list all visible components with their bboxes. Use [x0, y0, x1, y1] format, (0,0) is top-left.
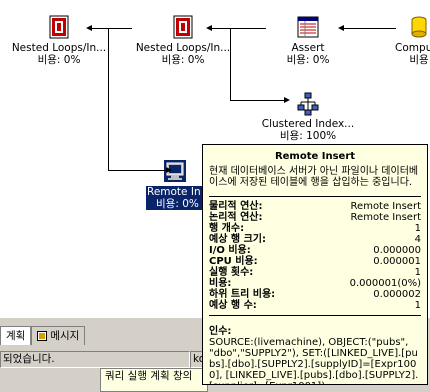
nested-loops-icon [49, 15, 69, 39]
property-value: 4 [414, 234, 421, 245]
edge-connector [108, 170, 170, 171]
message-icon [37, 331, 48, 341]
property-key: 하위 트리 비용: [209, 289, 276, 300]
edge-connector [340, 28, 396, 29]
tooltip-property-row: 예상 행 크기: 4 [209, 234, 421, 245]
operator-tooltip: Remote Insert 현재 데이터베이스 서버가 아닌 파일이나 데이터베… [202, 144, 428, 385]
property-key: 비용: [209, 278, 232, 289]
results-tabs: 계획 메시지 [0, 326, 86, 345]
compute-scalar-icon [411, 16, 427, 38]
plan-node-remote-insert[interactable]: Remote In 비용: 0% [146, 158, 204, 210]
tooltip-property-row: 실행 횟수: 1 [209, 267, 421, 278]
tab-plan[interactable]: 계획 [0, 326, 32, 345]
edge-connector [108, 28, 109, 170]
tooltip-property-row: 물리적 연산: Remote Insert [209, 201, 421, 212]
property-key: 행 개수: [209, 223, 245, 234]
node-cost: 비용: 0% [161, 54, 205, 66]
clustered-index-icon [297, 92, 319, 116]
edge-connector [208, 28, 266, 29]
assert-icon [297, 16, 319, 38]
node-cost: 비용 [409, 54, 429, 66]
tooltip-property-row: 하위 트리 비용: 0.000002 [209, 289, 421, 300]
tooltip-argument-heading: 인수: [209, 326, 232, 337]
plan-node-assert[interactable]: Assert 비용: 0% [268, 14, 348, 66]
tooltip-argument-text: SOURCE:(livemachine), OBJECT:("pubs", "d… [209, 337, 419, 384]
property-key: 예상 행 크기: [209, 234, 266, 245]
property-value: 0.000001 [373, 256, 421, 267]
node-label: Clustered Index... [261, 118, 355, 130]
tab-messages[interactable]: 메시지 [31, 326, 86, 345]
property-value: Remote Insert [350, 212, 421, 223]
edge-arrowhead [86, 25, 92, 31]
node-cost: 비용: 0% [37, 54, 81, 66]
divider [209, 196, 421, 197]
node-cost: 비용: 0% [286, 54, 330, 66]
edge-connector [230, 100, 288, 101]
property-key: CPU 비용: [209, 256, 258, 267]
plan-node-nested-loops-2[interactable]: Nested Loops/In... 비용: 0% [130, 14, 236, 66]
tooltip-property-row: 비용: 0.000001(0%) [209, 278, 421, 289]
property-value: 1 [414, 300, 421, 311]
node-label: Assert [291, 42, 325, 54]
tab-label: 메시지 [50, 330, 80, 342]
property-key: 논리적 연산: [209, 212, 263, 223]
node-cost: 비용: 100% [279, 130, 337, 142]
edge-connector [88, 28, 132, 29]
tooltip-properties: 물리적 연산: Remote Insert 논리적 연산: Remote Insert… [209, 201, 421, 311]
property-value: 0.000001(0%) [349, 278, 421, 289]
edge-arrowhead [284, 97, 290, 103]
property-key: I/O 비용: [209, 245, 251, 256]
edge-arrowhead [206, 25, 212, 31]
edge-connector [230, 28, 231, 100]
node-label: Compute [395, 42, 430, 54]
plan-node-compute-scalar[interactable]: Compute 비용 [384, 14, 430, 66]
status-message: 되었습니다. [0, 351, 190, 368]
property-key: 실행 횟수: [209, 267, 254, 278]
property-value: 1 [414, 223, 421, 234]
node-label: Nested Loops/In... [135, 42, 231, 54]
tooltip-property-row: I/O 비용: 0.000000 [209, 245, 421, 256]
tooltip-property-row: 예상 행 수: 1 [209, 300, 421, 311]
node-label: Remote In [146, 186, 204, 198]
plan-node-nested-loops-1[interactable]: Nested Loops/In... 비용: 0% [6, 14, 112, 66]
property-value: 0.000002 [373, 289, 421, 300]
property-value: 1 [414, 267, 421, 278]
property-key: 예상 행 수: [209, 300, 257, 311]
property-value: Remote Insert [350, 201, 421, 212]
tooltip-property-row: 행 개수: 1 [209, 223, 421, 234]
divider [209, 315, 421, 316]
property-value: 0.000000 [373, 245, 421, 256]
property-key: 물리적 연산: [209, 201, 263, 212]
tab-label: 계획 [6, 330, 26, 342]
tooltip-property-row: 논리적 연산: Remote Insert [209, 212, 421, 223]
node-cost: 비용: 0% [146, 198, 204, 210]
nested-loops-icon [173, 15, 193, 39]
hint-tooltip: 쿼리 실행 계획 창의 [100, 368, 208, 392]
edge-arrowhead [166, 167, 172, 173]
tooltip-property-row: CPU 비용: 0.000001 [209, 256, 421, 267]
node-label: Nested Loops/In... [11, 42, 107, 54]
tooltip-title: Remote Insert [274, 151, 356, 162]
edge-arrowhead [338, 25, 344, 31]
tooltip-description: 현재 데이터베이스 서버가 아닌 파일이나 데이터베이스에 저장된 테이블에 행… [209, 166, 419, 188]
